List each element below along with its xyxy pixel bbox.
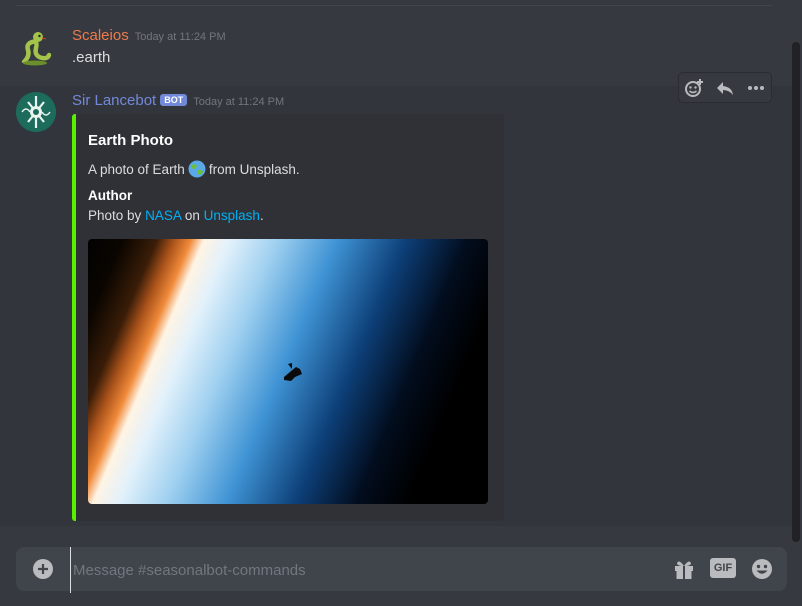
- embed-field-value: Photo by NASA on Unsplash.: [88, 208, 264, 223]
- bot-avatar-icon[interactable]: [16, 92, 56, 132]
- message-scaleios: Scaleios Today at 11:24 PM .earth: [0, 22, 792, 82]
- field-text: Photo by: [88, 208, 142, 223]
- embed-title: Earth Photo: [88, 132, 173, 149]
- gif-icon[interactable]: GIF: [710, 558, 736, 578]
- embed-description-text: from Unsplash.: [208, 161, 300, 177]
- embed-description: A photo of Earth from Unsplash.: [88, 160, 300, 178]
- scrollbar-thumb[interactable]: [792, 42, 800, 542]
- gift-icon[interactable]: [672, 558, 696, 580]
- timestamp[interactable]: Today at 11:24 PM: [135, 31, 226, 43]
- field-text: .: [259, 208, 264, 223]
- field-text: on: [184, 208, 200, 223]
- username[interactable]: Sir Lancebot: [72, 92, 156, 109]
- embed-description-text: A photo of Earth: [88, 161, 185, 177]
- message-content: .earth: [72, 49, 111, 66]
- emoji-icon[interactable]: [750, 558, 774, 580]
- attach-plus-icon[interactable]: [33, 559, 53, 579]
- message-toolbar: [678, 72, 772, 103]
- earth-globe-icon: [188, 160, 206, 178]
- message-header: Scaleios Today at 11:24 PM: [72, 27, 226, 45]
- top-divider: [16, 5, 772, 6]
- message-composer: GIF: [16, 547, 787, 593]
- snake-avatar-icon[interactable]: [16, 28, 56, 68]
- message-header: Sir Lancebot BOT Today at 11:24 PM: [72, 92, 284, 110]
- bot-tag: BOT: [160, 94, 188, 106]
- embed-field-name: Author: [88, 188, 133, 203]
- more-icon[interactable]: [743, 75, 769, 101]
- unsplash-link[interactable]: Unsplash: [204, 208, 260, 223]
- nasa-link[interactable]: NASA: [145, 208, 181, 223]
- message-sir-lancebot: Sir Lancebot BOT Today at 11:24 PM Earth P…: [0, 86, 792, 526]
- embed: Earth Photo A photo of Earth from Unspla…: [72, 114, 504, 521]
- message-input[interactable]: [70, 547, 655, 593]
- add-reaction-icon[interactable]: [681, 75, 707, 101]
- reply-icon[interactable]: [712, 75, 738, 101]
- timestamp[interactable]: Today at 11:24 PM: [193, 96, 284, 108]
- earth-horizon-shuttle-image[interactable]: [88, 239, 488, 504]
- username[interactable]: Scaleios: [72, 27, 129, 44]
